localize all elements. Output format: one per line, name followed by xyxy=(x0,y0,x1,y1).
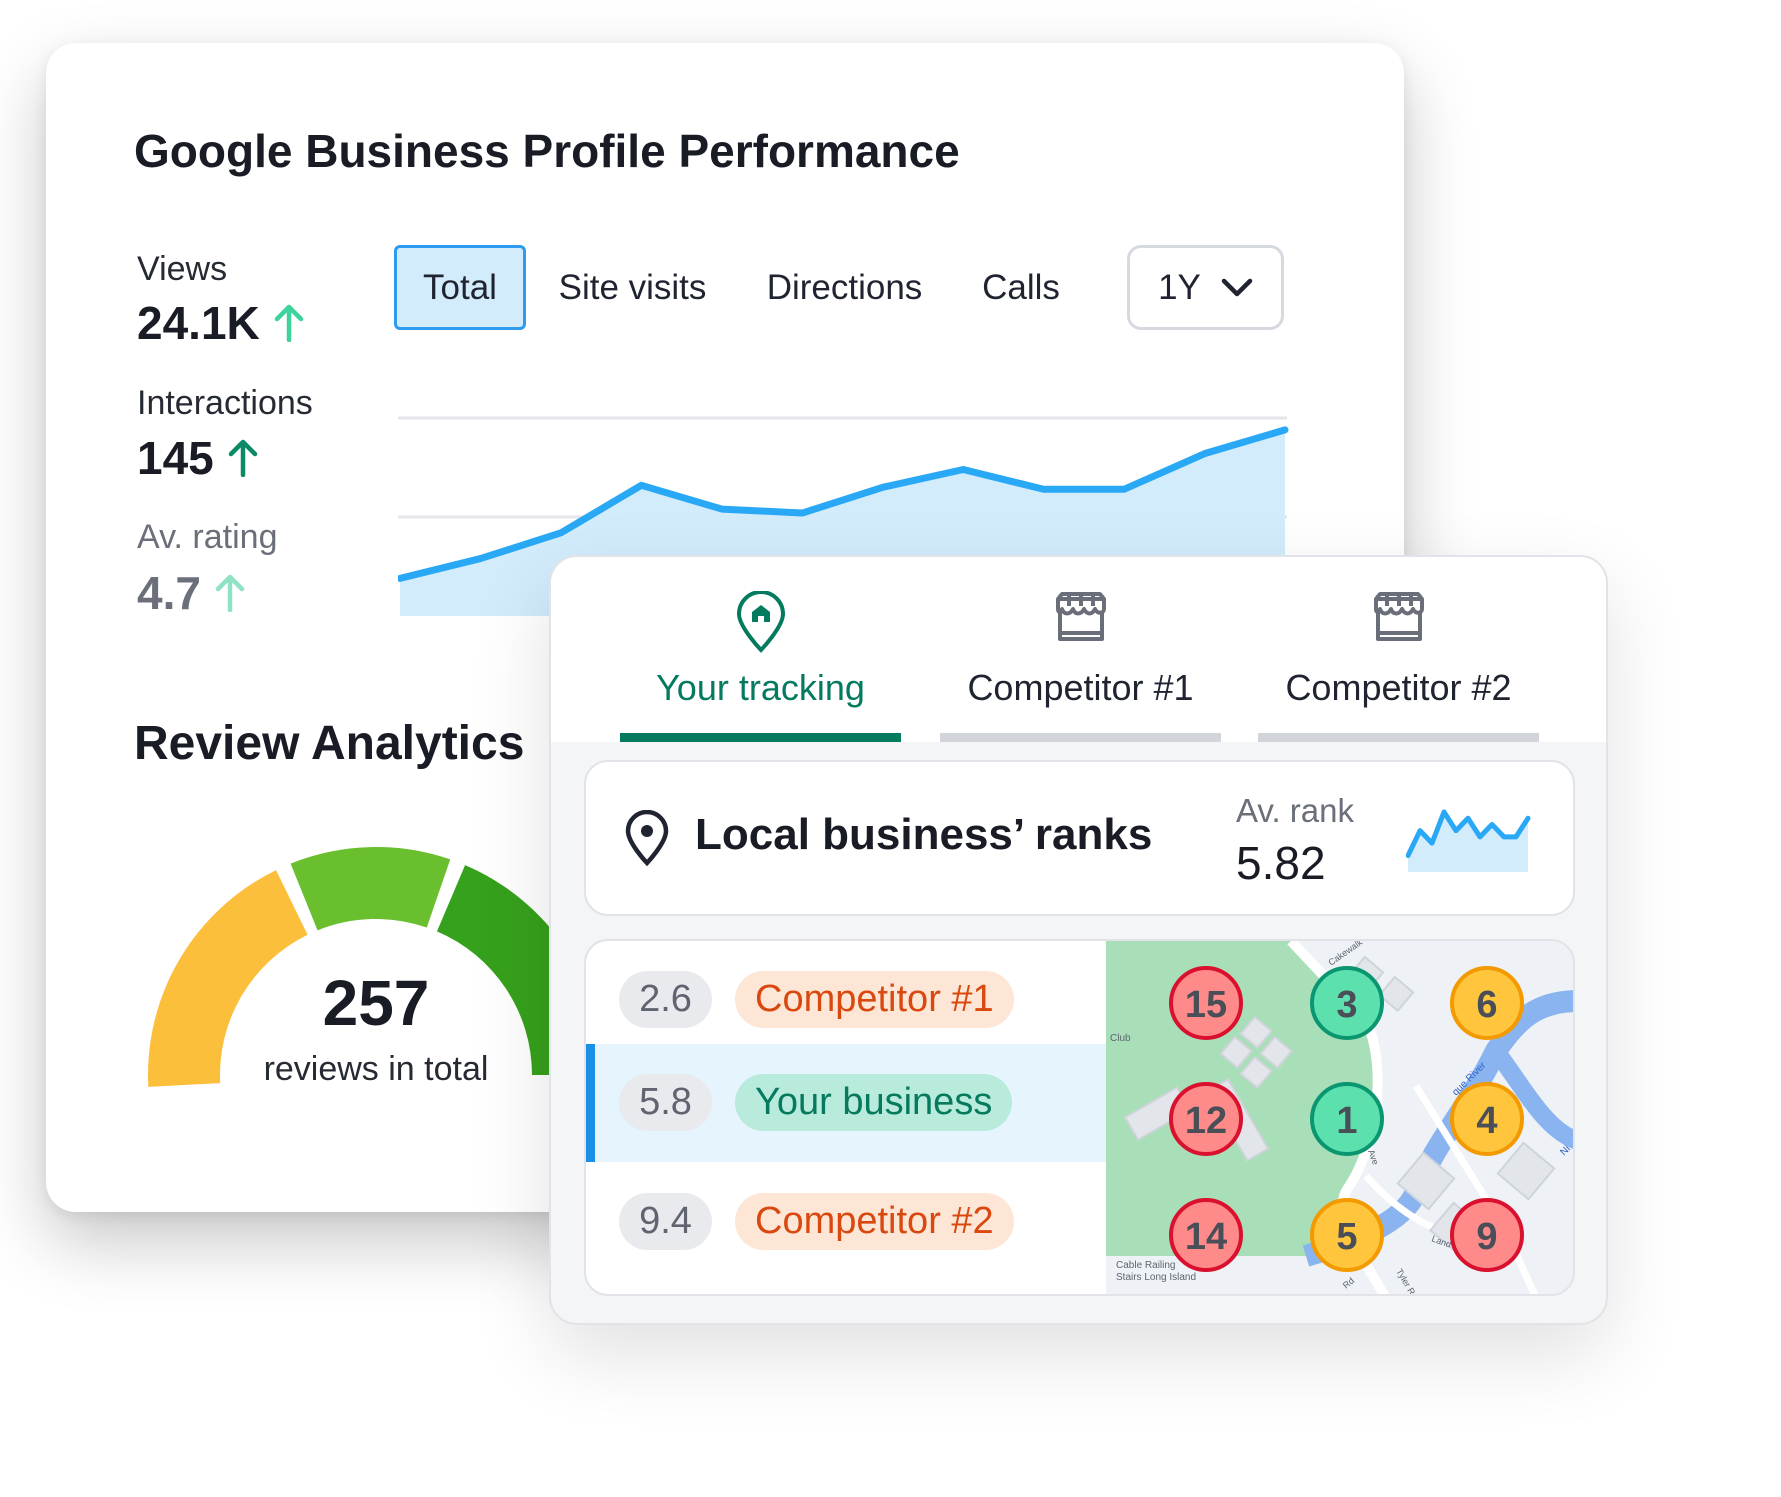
interactions-metric: 145 xyxy=(137,431,258,485)
tab-your-tracking[interactable]: Your tracking xyxy=(620,557,901,742)
av-rank-value: 5.82 xyxy=(1236,837,1326,889)
tab-label: Your tracking xyxy=(656,667,865,708)
reviews-total: 257 xyxy=(322,967,430,1039)
tab-label: Competitor #2 xyxy=(1285,667,1512,708)
rank-marker-label: 4 xyxy=(1476,1100,1497,1142)
period-value: 1Y xyxy=(1158,267,1201,307)
location-home-icon xyxy=(736,591,785,653)
page-title: Google Business Profile Performance xyxy=(134,125,960,177)
list-item[interactable]: 2.6 Competitor #1 xyxy=(586,941,1106,1059)
period-dropdown[interactable]: 1Y xyxy=(1127,245,1284,330)
rank-marker-label: 15 xyxy=(1185,984,1227,1026)
views-label: Views xyxy=(137,250,228,288)
storefront-icon xyxy=(1373,592,1424,641)
reviews-caption: reviews in total xyxy=(263,1050,489,1088)
tab-calls[interactable]: Calls xyxy=(970,245,1072,330)
tab-competitor-1[interactable]: Competitor #1 xyxy=(940,557,1221,742)
tab-indicator xyxy=(1258,733,1539,742)
av-rank-label: Av. rank xyxy=(1236,792,1354,829)
tab-competitor-2[interactable]: Competitor #2 xyxy=(1258,557,1539,742)
list-item[interactable]: 9.4 Competitor #2 xyxy=(586,1163,1106,1281)
business-name: Competitor #2 xyxy=(735,1193,1014,1250)
storefront-icon xyxy=(1055,592,1106,641)
rank-marker-label: 6 xyxy=(1476,984,1497,1026)
map-label: Club xyxy=(1110,1033,1131,1044)
tracking-tabs: Your tracking Competitor #1 Competitor #… xyxy=(551,557,1606,742)
rating-label: Av. rating xyxy=(137,518,278,556)
local-ranks-title: Local business’ ranks xyxy=(695,810,1153,859)
rank-marker-label: 14 xyxy=(1185,1216,1227,1258)
interactions-label: Interactions xyxy=(137,384,313,422)
rating-metric: 4.7 xyxy=(137,566,245,620)
location-pin-icon xyxy=(625,810,669,866)
arrow-up-icon xyxy=(228,439,257,477)
tab-label: Competitor #1 xyxy=(967,667,1194,708)
rank-marker-label: 1 xyxy=(1336,1100,1357,1142)
rank-badge: 2.6 xyxy=(619,971,712,1028)
rank-marker-label: 9 xyxy=(1476,1216,1497,1258)
list-item-selected[interactable]: 5.8 Your business xyxy=(586,1044,1106,1162)
ranks-list-card: 2.6 Competitor #1 5.8 Your business 9.4 Com… xyxy=(584,939,1575,1296)
map-label: Stairs Long Island xyxy=(1116,1272,1196,1283)
arrow-up-icon xyxy=(215,574,245,612)
rank-marker-label: 5 xyxy=(1336,1216,1357,1258)
rating-value: 4.7 xyxy=(137,567,201,619)
tab-total[interactable]: Total xyxy=(394,245,526,330)
arrow-up-icon xyxy=(274,304,303,342)
tab-directions[interactable]: Directions xyxy=(752,245,937,330)
tab-indicator xyxy=(940,733,1221,742)
rank-map[interactable]: Club Cable Railing Stairs Long Island Ca… xyxy=(1106,941,1575,1296)
tracking-card: Your tracking Competitor #1 Competitor #… xyxy=(549,555,1608,1325)
rank-marker-label: 3 xyxy=(1336,984,1357,1026)
tab-site-visits[interactable]: Site visits xyxy=(540,245,725,330)
rank-badge: 5.8 xyxy=(619,1074,712,1131)
views-metric: 24.1K xyxy=(137,296,304,350)
local-ranks-card: Local business’ ranks Av. rank 5.82 xyxy=(584,760,1575,916)
tab-indicator xyxy=(620,733,901,742)
av-rank-sparkline xyxy=(1406,809,1531,872)
views-value: 24.1K xyxy=(137,297,260,349)
business-name: Competitor #1 xyxy=(735,971,1014,1028)
business-name: Your business xyxy=(735,1074,1013,1131)
chevron-down-icon xyxy=(1221,278,1253,296)
rank-badge: 9.4 xyxy=(619,1193,712,1250)
gauge-segment-mid xyxy=(290,847,451,931)
rank-marker-label: 12 xyxy=(1185,1100,1227,1142)
review-analytics-title: Review Analytics xyxy=(134,717,525,770)
interactions-value: 145 xyxy=(137,432,214,484)
map-label: Cable Railing xyxy=(1116,1260,1175,1271)
